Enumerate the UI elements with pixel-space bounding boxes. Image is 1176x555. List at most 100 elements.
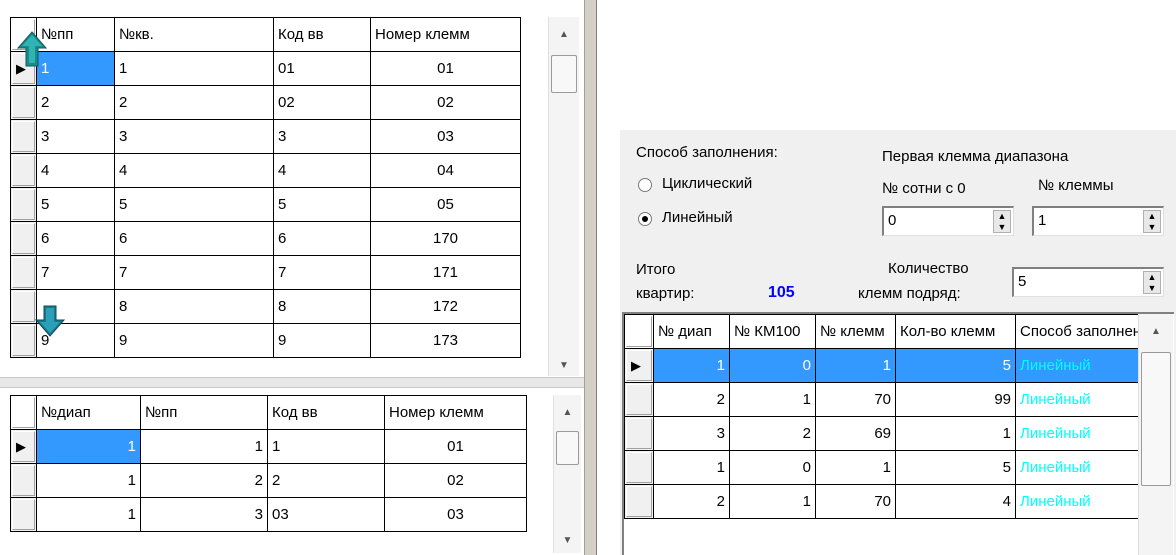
table-cell[interactable]: 1 xyxy=(729,382,816,417)
range-grid-scrollbar[interactable]: ▲ xyxy=(1138,314,1173,555)
table-cell[interactable]: 6 xyxy=(36,221,115,256)
count-value[interactable]: 5 xyxy=(1018,273,1026,290)
column-header[interactable]: №пп xyxy=(36,17,115,52)
table-cell[interactable]: 2 xyxy=(114,85,274,120)
table-cell[interactable]: 1 xyxy=(653,348,730,383)
row-indicator[interactable] xyxy=(10,187,37,222)
row-indicator[interactable] xyxy=(624,484,654,519)
spin-buttons[interactable]: ▲ ▼ xyxy=(993,210,1011,233)
row-indicator[interactable] xyxy=(10,497,37,532)
row-indicator[interactable] xyxy=(10,323,37,358)
column-header[interactable]: №пп xyxy=(140,395,268,430)
column-header[interactable]: Кол-во клемм xyxy=(895,314,1016,349)
table-cell[interactable]: 2 xyxy=(140,463,268,498)
row-indicator[interactable] xyxy=(10,221,37,256)
table-cell[interactable]: 03 xyxy=(384,497,527,532)
table-cell[interactable]: 1 xyxy=(729,484,816,519)
terminal-value[interactable]: 1 xyxy=(1038,212,1046,229)
table-cell[interactable]: 1 xyxy=(36,429,141,464)
column-header[interactable]: Код вв xyxy=(267,395,385,430)
scroll-up-arrow[interactable]: ▲ xyxy=(554,407,581,419)
table-cell[interactable]: 7 xyxy=(273,255,371,290)
scroll-up-arrow[interactable]: ▲ xyxy=(549,29,579,41)
table-cell[interactable]: 8 xyxy=(273,289,371,324)
column-header[interactable]: № КМ100 xyxy=(729,314,816,349)
table-cell[interactable]: 1 xyxy=(895,416,1016,451)
table-cell[interactable]: 6 xyxy=(114,221,274,256)
table-cell[interactable]: 1 xyxy=(36,463,141,498)
table-cell[interactable]: 04 xyxy=(370,153,521,188)
radio-cyclic[interactable] xyxy=(638,178,652,192)
table-cell[interactable]: 02 xyxy=(370,85,521,120)
table-cell[interactable]: 172 xyxy=(370,289,521,324)
table-cell[interactable]: 6 xyxy=(273,221,371,256)
up-arrow-icon[interactable] xyxy=(16,30,48,68)
vertical-splitter[interactable] xyxy=(584,0,597,555)
table-cell[interactable]: 03 xyxy=(267,497,385,532)
table-cell[interactable]: 2 xyxy=(36,85,115,120)
table-cell[interactable]: 7 xyxy=(114,255,274,290)
table-cell[interactable]: 3 xyxy=(140,497,268,532)
table-cell[interactable]: 9 xyxy=(114,323,274,358)
row-indicator[interactable] xyxy=(10,153,37,188)
table-cell[interactable]: 70 xyxy=(815,484,896,519)
table-cell[interactable]: Линейный xyxy=(1015,484,1139,519)
table-cell[interactable]: 3 xyxy=(653,416,730,451)
row-indicator[interactable] xyxy=(10,85,37,120)
scroll-thumb[interactable] xyxy=(556,431,579,465)
table-cell[interactable]: 5 xyxy=(36,187,115,222)
row-indicator[interactable] xyxy=(10,255,37,290)
column-header[interactable]: Номер клемм xyxy=(384,395,527,430)
column-header[interactable]: №диап xyxy=(36,395,141,430)
table-row[interactable]: 3 3 3 03 xyxy=(10,119,548,154)
terminal-spinner[interactable]: 1 ▲ ▼ xyxy=(1032,206,1164,236)
table-cell[interactable]: 173 xyxy=(370,323,521,358)
table-cell[interactable]: 02 xyxy=(384,463,527,498)
scroll-up-arrow[interactable]: ▲ xyxy=(1139,326,1173,338)
spin-buttons[interactable]: ▲ ▼ xyxy=(1143,271,1161,294)
table-cell[interactable]: 5 xyxy=(895,450,1016,485)
table-cell[interactable]: 3 xyxy=(36,119,115,154)
row-indicator[interactable]: ▶ xyxy=(10,429,37,464)
table-cell[interactable]: 5 xyxy=(273,187,371,222)
row-indicator[interactable] xyxy=(624,450,654,485)
table-row[interactable]: 2 1 70 99 Линейный xyxy=(624,382,1139,417)
scroll-thumb[interactable] xyxy=(551,55,577,93)
table-cell[interactable]: 1 xyxy=(267,429,385,464)
table-cell[interactable]: 2 xyxy=(653,484,730,519)
table-row[interactable]: 9 9 9 173 xyxy=(10,323,548,358)
table-cell[interactable]: 1 xyxy=(815,450,896,485)
row-indicator[interactable] xyxy=(10,289,37,324)
table-cell[interactable]: 3 xyxy=(273,119,371,154)
column-header[interactable]: № клемм xyxy=(815,314,896,349)
column-header[interactable]: №кв. xyxy=(114,17,274,52)
scroll-down-arrow[interactable]: ▼ xyxy=(554,535,581,547)
table-cell[interactable]: 0 xyxy=(729,348,816,383)
table-cell[interactable]: 3 xyxy=(114,119,274,154)
table-row[interactable]: 1 0 1 5 Линейный xyxy=(624,450,1139,485)
table-row[interactable]: 2 2 02 02 xyxy=(10,85,548,120)
table-row[interactable]: 6 6 6 170 xyxy=(10,221,548,256)
table-cell[interactable]: 0 xyxy=(729,450,816,485)
radio-cyclic-label[interactable]: Циклический xyxy=(662,175,752,192)
table-row[interactable]: ▶ 1 1 01 01 xyxy=(10,51,548,86)
table-cell[interactable]: 1 xyxy=(114,51,274,86)
table-row[interactable]: 4 4 4 04 xyxy=(10,153,548,188)
table-cell[interactable]: 1 xyxy=(815,348,896,383)
table-cell[interactable]: 1 xyxy=(140,429,268,464)
table-cell[interactable]: 01 xyxy=(384,429,527,464)
row-indicator[interactable] xyxy=(10,119,37,154)
down-arrow-icon[interactable] xyxy=(34,304,66,338)
table-cell[interactable]: 2 xyxy=(729,416,816,451)
top-grid-scrollbar[interactable]: ▲ ▼ xyxy=(548,17,579,376)
scroll-thumb[interactable] xyxy=(1141,352,1171,486)
table-cell[interactable]: 2 xyxy=(267,463,385,498)
table-cell[interactable]: 1 xyxy=(653,450,730,485)
table-row[interactable]: 1 2 2 02 xyxy=(10,463,553,498)
table-cell[interactable]: 9 xyxy=(273,323,371,358)
column-header[interactable]: № диап xyxy=(653,314,730,349)
table-cell[interactable]: 69 xyxy=(815,416,896,451)
table-cell[interactable]: 5 xyxy=(114,187,274,222)
spin-buttons[interactable]: ▲ ▼ xyxy=(1143,210,1161,233)
bottom-grid[interactable]: №диап №пп Код вв Номер клемм ▶ 1 1 1 01 … xyxy=(10,395,553,532)
